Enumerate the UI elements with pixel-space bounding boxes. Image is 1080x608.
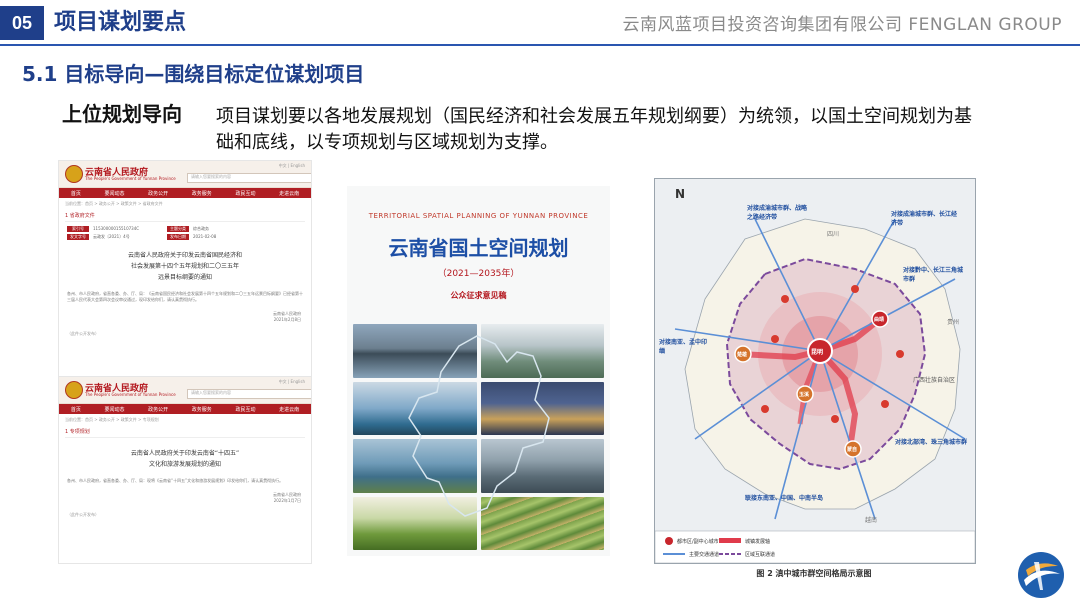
map-region-label: 越南	[865, 517, 878, 524]
doc-search-placeholder: 请输入您要搜索的内容	[191, 174, 231, 179]
doc-brand-en: The People's Government of Yunnan Provin…	[85, 176, 176, 181]
header-rule	[0, 44, 1080, 46]
doc-title: 云南省人民政府关于印发云南省“十四五” 文化和旅游发展规划的通知	[79, 448, 291, 470]
doc-top-links: 中文 | English	[278, 379, 305, 384]
company-name: 云南风蓝项目投资咨询集团有限公司 FENGLAN GROUP	[622, 15, 1062, 35]
doc-nav-item: 政民互动	[235, 406, 256, 413]
legend-item: 城镇发展轴	[745, 539, 771, 545]
map-callout: 广西壮族自治区	[913, 377, 956, 384]
company-logo-icon	[1018, 552, 1064, 598]
map-city-label: 曲靖	[874, 317, 885, 323]
sub-title: 5.1 目标导向—围绕目标定位谋划项目	[22, 62, 365, 86]
doc-body: 各州、市人民政府，省直各委、办、厅、局：《云南省国民经济和社会发展第十四个五年规…	[67, 291, 303, 302]
description: 项目谋划要以各地发展规划（国民经济和社会发展五年规划纲要）为统领，以国土空间规划…	[216, 106, 972, 153]
doc-search-box: 请输入您要搜索的内容 ⌕	[187, 173, 311, 183]
compass-north-icon: N	[675, 187, 686, 201]
planning-cover: TERRITORIAL SPATIAL PLANNING OF YUNNAN P…	[347, 186, 610, 556]
doc-nav-item: 政务公开	[148, 406, 169, 413]
map-city-label: 楚雄	[737, 352, 748, 358]
doc-nav-item: 要闻动态	[104, 190, 125, 197]
doc-nav: 首页 要闻动态 政务公开 政务服务 政民互动 走进云南	[59, 404, 311, 414]
doc-search-box: 请输入您要搜索的内容 ⌕	[187, 389, 311, 399]
doc-title-line: 远景目标纲要的通知	[157, 274, 212, 281]
doc-title-line: 文化和旅游发展规划的通知	[148, 461, 221, 468]
gov-document-screenshot-2: 云南省人民政府 The People's Government of Yunna…	[58, 376, 312, 564]
map-callout: 对接成渝城市群、长江经济带	[891, 211, 958, 227]
city-cluster-map: N 对接成渝城市群、战略之路经济带 对接成渝城市群、长江经济带 对接黔中、长江三…	[654, 178, 976, 564]
doc-breadcrumb: 当前位置：首页 > 政务公开 > 政策文件 > 省政府文件	[65, 201, 163, 206]
doc-tag: 1 省政府文件	[65, 212, 305, 222]
doc-signature: 云南省人民政府 2022年1月7日	[59, 492, 301, 504]
doc-nav-item: 要闻动态	[104, 406, 125, 413]
doc-header: 云南省人民政府 The People's Government of Yunna…	[59, 377, 311, 404]
doc-nav-item: 走进云南	[279, 406, 300, 413]
doc-attach: （此件公开发布）	[67, 512, 99, 517]
topic-label: 上位规划导向	[62, 102, 182, 126]
doc-nav-item: 首页	[70, 190, 81, 197]
doc-meta-key: 主题分类	[167, 226, 189, 232]
doc-header: 云南省人民政府 The People's Government of Yunna…	[59, 161, 311, 188]
legend-item: 都市区/副中心城市	[677, 539, 719, 545]
emblem-icon	[65, 381, 83, 399]
emblem-icon	[65, 165, 83, 183]
doc-title-line: 云南省人民政府关于印发云南省“十四五”	[130, 450, 240, 457]
doc-meta-value: 11530000015510734C	[93, 226, 140, 231]
doc-meta-key: 发文字号	[67, 234, 89, 240]
doc-nav-item: 政务服务	[191, 406, 212, 413]
doc-nav-item: 首页	[70, 406, 81, 413]
doc-top-links: 中文 | English	[278, 163, 305, 168]
doc-meta-value: 综合政务	[193, 226, 209, 231]
doc-tag: 1 专项规划	[65, 428, 305, 438]
map-city-label: 蒙自	[847, 447, 858, 453]
doc-meta-value: 云政发〔2021〕4号	[93, 234, 130, 239]
doc-sign-line: 2021年2月8日	[273, 317, 301, 322]
doc-sign-line: 2022年1月7日	[273, 498, 301, 503]
map-callout: 对接成渝城市群、战略之路经济带	[747, 205, 808, 221]
map-city-label: 玉溪	[799, 392, 810, 398]
map-region-label: 贵州	[947, 319, 960, 326]
doc-breadcrumb: 当前位置：首页 > 政务公开 > 政策文件 > 专项规划	[65, 417, 159, 422]
map-caption: 图 2 滇中城市群空间格局示意图	[756, 569, 872, 578]
doc-nav-item: 走进云南	[279, 190, 300, 197]
gov-document-screenshot-1: 云南省人民政府 The People's Government of Yunna…	[58, 160, 312, 377]
doc-title-line: 社会发展第十四个五年规划和二〇三五年	[130, 263, 239, 270]
map-region-label: 四川	[827, 231, 840, 238]
doc-title: 云南省人民政府关于印发云南省国民经济和 社会发展第十四个五年规划和二〇三五年 远…	[79, 250, 291, 283]
doc-nav-item: 政务服务	[191, 190, 212, 197]
section-title: 项目谋划要点	[54, 10, 187, 35]
map-graphic	[655, 179, 975, 563]
map-callout: 对接北部湾、珠三角城市群	[895, 439, 968, 446]
map-city-label: 昆明	[811, 349, 824, 356]
doc-nav: 首页 要闻动态 政务公开 政务服务 政民互动 走进云南	[59, 188, 311, 198]
doc-meta-value: 2021-02-08	[193, 234, 217, 239]
doc-meta-key: 发布日期	[167, 234, 189, 240]
doc-signature: 云南省人民政府 2021年2月8日	[59, 311, 301, 323]
doc-attach: （此件公开发布）	[67, 331, 99, 336]
doc-search-placeholder: 请输入您要搜索的内容	[191, 390, 231, 395]
doc-meta: 索引号 11530000015510734C 主题分类 综合政务 发文字号 云政…	[67, 226, 303, 240]
map-callout: 对接黔中、长江三角城市群	[903, 267, 964, 283]
doc-meta-key: 索引号	[67, 226, 89, 232]
doc-nav-item: 政民互动	[235, 190, 256, 197]
doc-brand-en: The People's Government of Yunnan Provin…	[85, 392, 176, 397]
doc-body: 各州、市人民政府，省直各委、办、厅、局：现将《云南省“十四五”文化和旅游发展规划…	[67, 478, 284, 483]
doc-title-line: 云南省人民政府关于印发云南省国民经济和	[127, 252, 242, 259]
map-callout: 联接东南亚、中国、中南半岛	[745, 495, 824, 502]
map-callout: 对接南亚、孟中印缅	[659, 339, 708, 355]
legend-item: 主要交通通道	[689, 552, 720, 558]
legend-item: 区域互联通道	[745, 552, 776, 558]
doc-nav-item: 政务公开	[148, 190, 169, 197]
section-number: 05	[0, 6, 44, 40]
province-outline	[408, 335, 550, 517]
